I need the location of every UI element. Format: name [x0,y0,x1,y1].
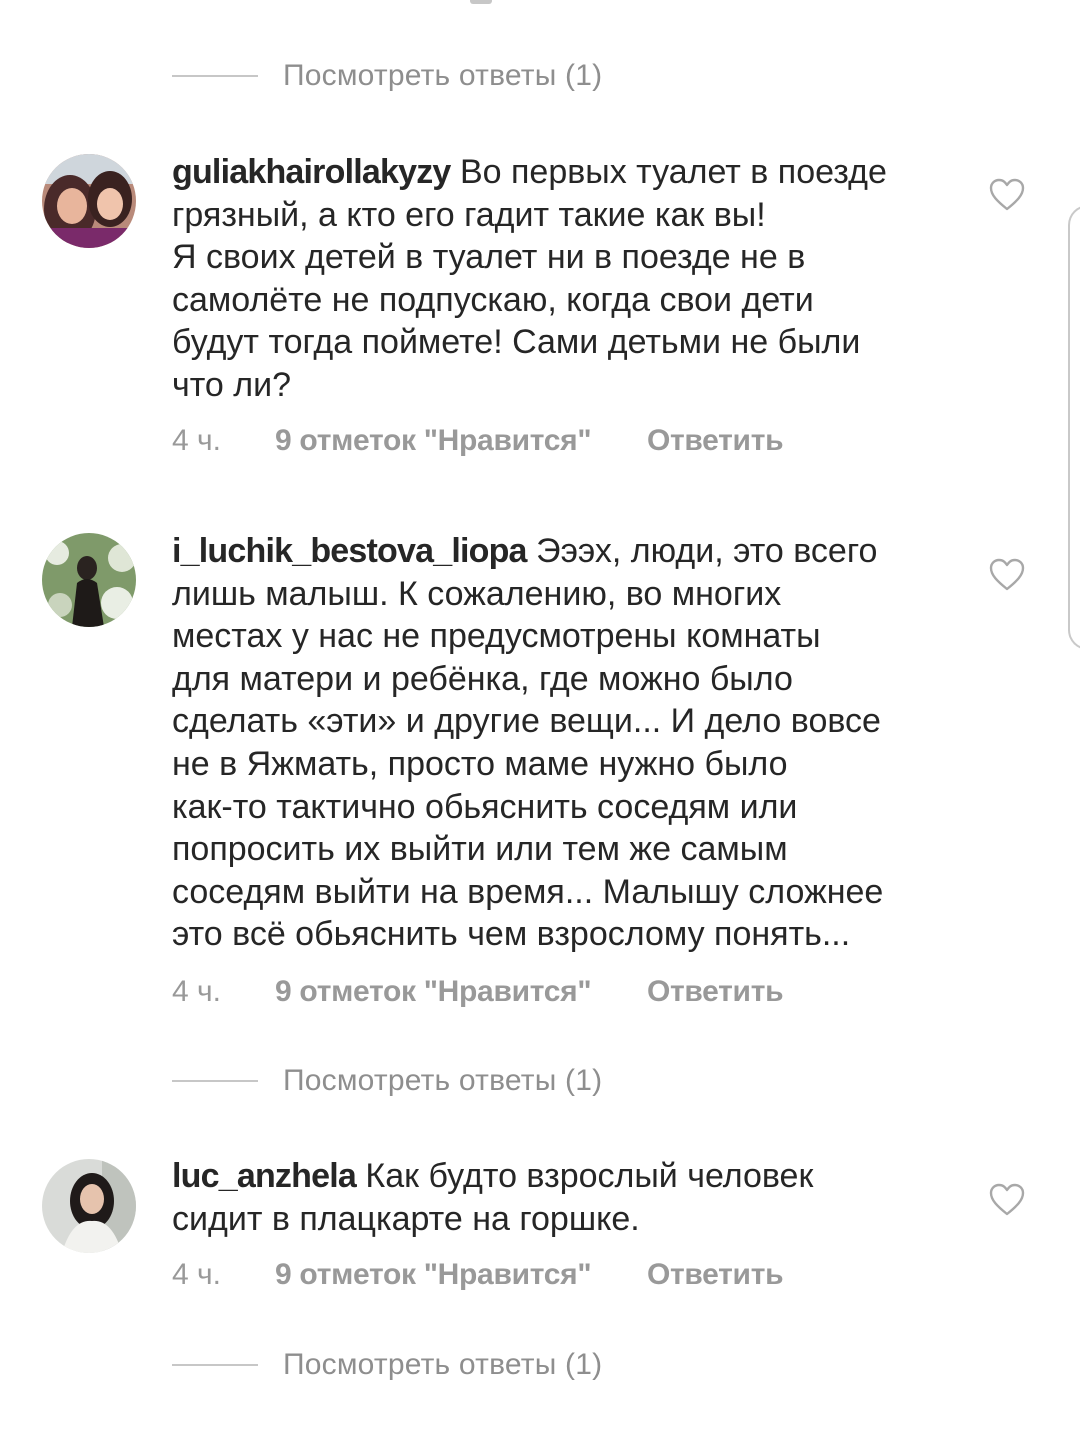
comment-time: 4 ч. [172,424,221,457]
view-replies-label: Посмотреть ответы (1) [283,1348,603,1381]
previous-content-edge [470,0,492,4]
comment-line: грязный, а кто его гадит такие как вы! [172,195,766,234]
comment-line: соседям выйти на время... Малышу сложнее [172,872,884,911]
comment-line: будут тогда поймете! Сами детьми не были [172,323,861,362]
scrollbar-edge[interactable] [1068,205,1080,650]
avatar-photo [42,533,136,627]
replies-divider-line [172,1364,258,1366]
heart-icon[interactable] [989,558,1025,592]
reply-button[interactable]: Ответить [647,424,784,458]
comment-line: самолёте не подпускаю, когда свои дети [172,280,814,319]
avatar[interactable] [42,1159,136,1253]
comment-line: Как будто взрослый человек [365,1157,814,1195]
comment-line: лишь малыш. К сожалению, во многих [172,574,782,613]
comment-line: сидит в плацкарте на горшке. [172,1199,640,1238]
view-replies-toggle[interactable]: Посмотреть ответы (1) [172,1061,602,1101]
username[interactable]: i_luchik_bestova_liopa [172,532,527,570]
comment-time: 4 ч. [172,975,221,1008]
comment-line: попросить их выйти или тем же самым [172,830,788,869]
comment-line: что ли? [172,365,291,404]
likes-count-button[interactable]: 9 отметок "Нравится" [275,975,647,1009]
comment-text: i_luchik_bestova_liopa Эээх, люди, это в… [172,530,962,956]
comment-line: это всё обьяснить чем взрослому понять..… [172,915,851,954]
comment-line: местах у нас не предусмотрены комнаты [172,617,821,656]
comment-line: не в Яжмать, просто маме нужно было [172,744,788,783]
comment-text: guliakhairollakyzy Во первых туалет в по… [172,151,962,407]
view-replies-toggle[interactable]: Посмотреть ответы (1) [172,1345,602,1385]
view-replies-toggle[interactable]: Посмотреть ответы (1) [172,56,602,96]
comment-line: для матери и ребёнка, где можно было [172,659,793,698]
avatar-photo [42,154,136,248]
avatar-photo [42,1159,136,1253]
likes-count-button[interactable]: 9 отметок "Нравится" [275,424,647,458]
replies-divider-line [172,75,258,77]
heart-icon[interactable] [989,178,1025,212]
username[interactable]: guliakhairollakyzy [172,153,451,191]
view-replies-label: Посмотреть ответы (1) [283,1064,603,1097]
comment-text: luc_anzhela Как будто взрослый человек с… [172,1155,962,1240]
comment-line: как-то тактично обьяснить соседям или [172,787,798,826]
comment-line: Эээх, люди, это всего [536,532,878,570]
comment-meta: 4 ч. 9 отметок "Нравится" Ответить [172,1255,784,1295]
username[interactable]: luc_anzhela [172,1157,357,1195]
comment-meta: 4 ч. 9 отметок "Нравится" Ответить [172,421,784,461]
view-replies-label: Посмотреть ответы (1) [283,59,603,92]
reply-button[interactable]: Ответить [647,1258,784,1292]
replies-divider-line [172,1080,258,1082]
likes-count-button[interactable]: 9 отметок "Нравится" [275,1258,647,1292]
comment-time: 4 ч. [172,1258,221,1291]
comment-line: сделать «эти» и другие вещи... И дело во… [172,702,881,741]
avatar[interactable] [42,154,136,248]
heart-icon[interactable] [989,1183,1025,1217]
reply-button[interactable]: Ответить [647,975,784,1009]
comment-line: Я своих детей в туалет ни в поезде не в [172,238,806,277]
comment-meta: 4 ч. 9 отметок "Нравится" Ответить [172,972,784,1012]
avatar[interactable] [42,533,136,627]
comment-line: Во первых туалет в поезде [459,153,887,191]
